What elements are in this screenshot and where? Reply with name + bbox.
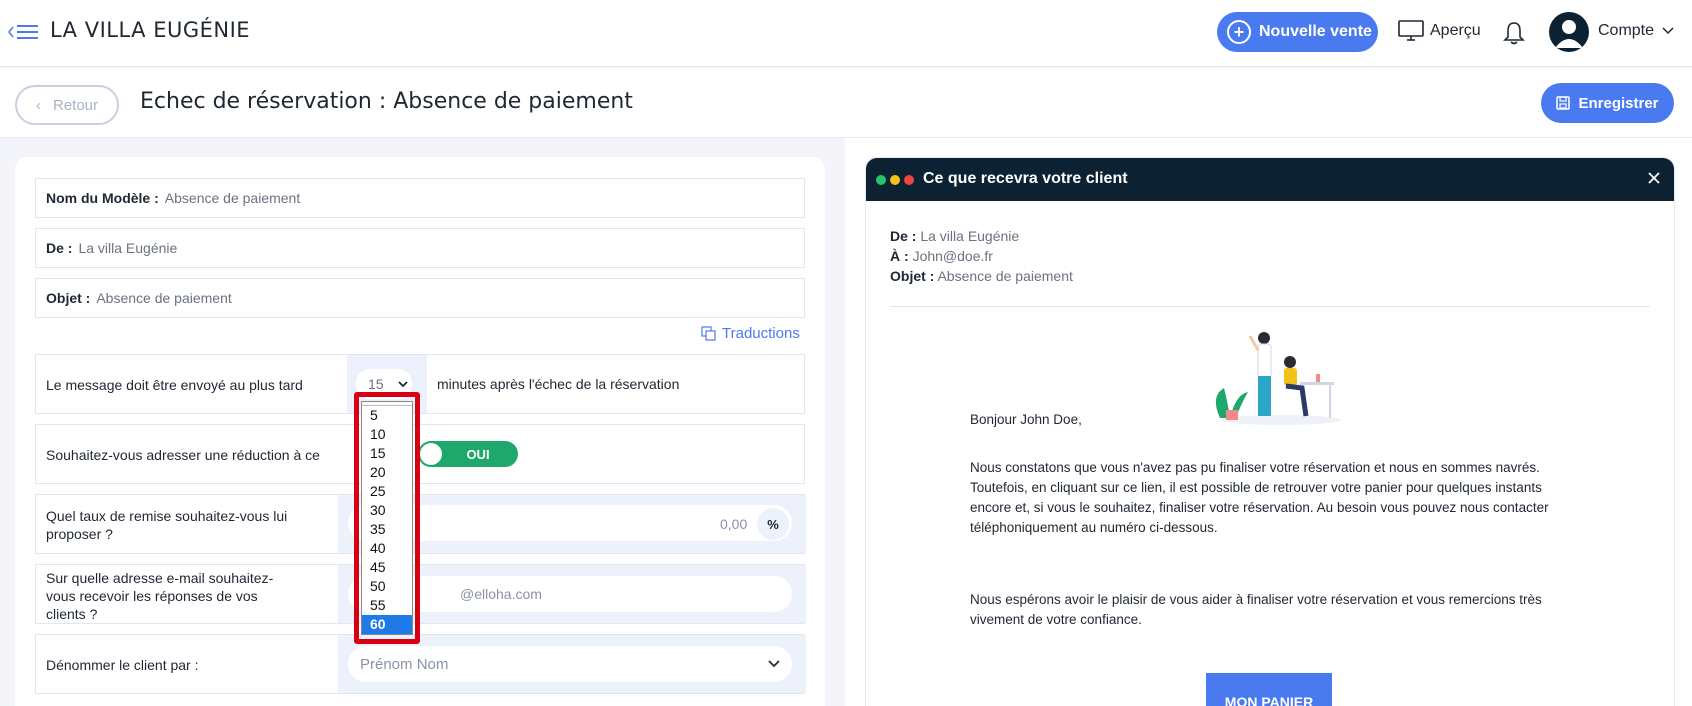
preview-link[interactable]: Aperçu [1398, 20, 1481, 42]
subject-field[interactable]: Objet : Absence de paiement [35, 278, 805, 318]
paragraph-line: vivement de votre confiance. [970, 612, 1142, 627]
my-cart-button[interactable]: MON PANIER [1206, 673, 1332, 706]
model-name-field[interactable]: Nom du Modèle : Absence de paiement [35, 178, 805, 218]
brand-name: LA VILLA EUGÉNIE [50, 18, 251, 42]
chevron-down-icon [1662, 27, 1674, 35]
preview-from: De : La villa Eugénie [890, 228, 1019, 244]
new-sale-label: Nouvelle vente [1259, 23, 1372, 40]
dropdown-option[interactable]: 55 [362, 596, 412, 615]
yellow-dot-icon [890, 175, 900, 185]
paragraph-1: Nous constatons que vous n'avez pas pu f… [970, 458, 1590, 538]
email-preview-card: Ce que recevra votre client De : La vill… [865, 157, 1675, 706]
avatar[interactable] [1549, 12, 1589, 52]
dropdown-option[interactable]: 40 [362, 539, 412, 558]
page-title: Echec de réservation : Absence de paieme… [140, 89, 633, 114]
chevron-left-icon: ‹ [35, 96, 41, 114]
delay-suffix: minutes après l'échec de la réservation [437, 376, 680, 392]
subject-value: Absence de paiement [96, 290, 232, 306]
save-button[interactable]: Enregistrer [1541, 83, 1674, 123]
from-field[interactable]: De : La villa Eugénie [35, 228, 805, 268]
client-name-value: Prénom Nom [360, 655, 449, 673]
preview-to: À : John@doe.fr [890, 248, 993, 264]
menu-toggle-icon[interactable] [8, 22, 40, 42]
floppy-disk-icon [1556, 96, 1571, 110]
chevron-down-icon [768, 660, 780, 668]
red-dot-icon [904, 175, 914, 185]
model-name-label: Nom du Modèle : [46, 190, 159, 206]
delay-value: 15 [368, 376, 384, 392]
dropdown-option[interactable]: 25 [362, 482, 412, 501]
discount-toggle[interactable]: OUI [418, 441, 518, 467]
rate-value: 0,00 [720, 516, 748, 532]
preview-from-label: De : [890, 228, 917, 244]
dropdown-option[interactable]: 15 [362, 444, 412, 463]
preview-divider [890, 306, 1650, 307]
preview-label: Aperçu [1430, 22, 1481, 39]
close-icon[interactable] [1644, 168, 1664, 188]
dropdown-option[interactable]: 30 [362, 501, 412, 520]
save-label: Enregistrer [1578, 94, 1659, 112]
email-question: Sur quelle adresse e-mail souhaitez- vou… [46, 569, 273, 623]
discount-question: Souhaitez-vous adresser une réduction à … [46, 447, 320, 463]
rate-question-line: Quel taux de remise souhaitez-vous lui [46, 508, 288, 524]
delay-question: Le message doit être envoyé au plus tard [46, 377, 303, 393]
paragraph-line: encore et, si vous le souhaitez, finalis… [970, 500, 1549, 515]
client-name-select[interactable]: Prénom Nom [348, 646, 792, 682]
sub-header: ‹ Retour Echec de réservation : Absence … [0, 68, 1692, 138]
from-label: De : [46, 240, 73, 256]
translations-link[interactable]: Traductions [701, 325, 800, 342]
paragraph-line: Nous constatons que vous n'avez pas pu f… [970, 460, 1540, 475]
top-bar: LA VILLA EUGÉNIE + Nouvelle vente Aperçu… [0, 0, 1692, 67]
rate-question: Quel taux de remise souhaitez-vous lui p… [46, 507, 287, 543]
delay-row: Le message doit être envoyé au plus tard [35, 354, 805, 414]
preview-to-value: John@doe.fr [912, 248, 993, 264]
paragraph-line: Nous espérons avoir le plaisir de vous a… [970, 592, 1542, 607]
monitor-icon [1398, 20, 1424, 41]
paragraph-line: Toutefois, en cliquant sur ce lien, il e… [970, 480, 1542, 495]
client-name-question: Dénommer le client par : [46, 657, 199, 673]
new-sale-button[interactable]: + Nouvelle vente [1217, 12, 1378, 52]
rate-question-line: proposer ? [46, 526, 113, 542]
dropdown-option[interactable]: 10 [362, 425, 412, 444]
email-question-line: vous recevoir les réponses de vos [46, 588, 258, 604]
green-dot-icon [876, 175, 886, 185]
reply-email-value: @elloha.com [460, 586, 542, 602]
account-label: Compte [1598, 22, 1655, 39]
from-value: La villa Eugénie [78, 240, 178, 256]
preview-header: Ce que recevra votre client [866, 158, 1674, 201]
greeting: Bonjour John Doe, [970, 412, 1082, 427]
preview-subject: Objet : Absence de paiement [890, 268, 1073, 284]
subject-label: Objet : [46, 290, 91, 306]
email-question-line: clients ? [46, 606, 98, 622]
preview-subject-value: Absence de paiement [937, 268, 1073, 284]
toggle-knob [420, 443, 442, 465]
translate-icon [701, 326, 716, 341]
dropdown-option[interactable]: 45 [362, 558, 412, 577]
paragraph-line: téléphoniquement au numéro ci-dessous. [970, 520, 1218, 535]
model-name-value: Absence de paiement [164, 190, 301, 206]
paragraph-2: Nous espérons avoir le plaisir de vous a… [970, 590, 1590, 630]
translations-label: Traductions [722, 325, 800, 342]
preview-title: Ce que recevra votre client [923, 170, 1128, 187]
percent-badge: % [757, 508, 789, 540]
plus-icon: + [1227, 20, 1251, 44]
window-dots [876, 175, 914, 185]
dropdown-option[interactable]: 5 [362, 406, 412, 425]
dropdown-option[interactable]: 20 [362, 463, 412, 482]
preview-subject-label: Objet : [890, 268, 935, 284]
dropdown-option-highlighted[interactable]: 60 [362, 615, 412, 634]
discount-toggle-label: OUI [466, 446, 490, 462]
back-label: Retour [52, 96, 99, 114]
chevron-down-icon [397, 380, 408, 387]
delay-dropdown-list[interactable]: 5 10 15 20 25 30 35 40 45 50 55 60 [361, 401, 413, 635]
dropdown-option[interactable]: 50 [362, 577, 412, 596]
preview-to-label: À : [890, 248, 909, 264]
preview-from-value: La villa Eugénie [920, 228, 1020, 244]
bell-icon[interactable] [1503, 20, 1525, 46]
account-menu[interactable]: Compte [1598, 22, 1674, 40]
back-button[interactable]: ‹ Retour [15, 85, 119, 125]
dropdown-option[interactable]: 35 [362, 520, 412, 539]
email-question-line: Sur quelle adresse e-mail souhaitez- [46, 570, 274, 586]
